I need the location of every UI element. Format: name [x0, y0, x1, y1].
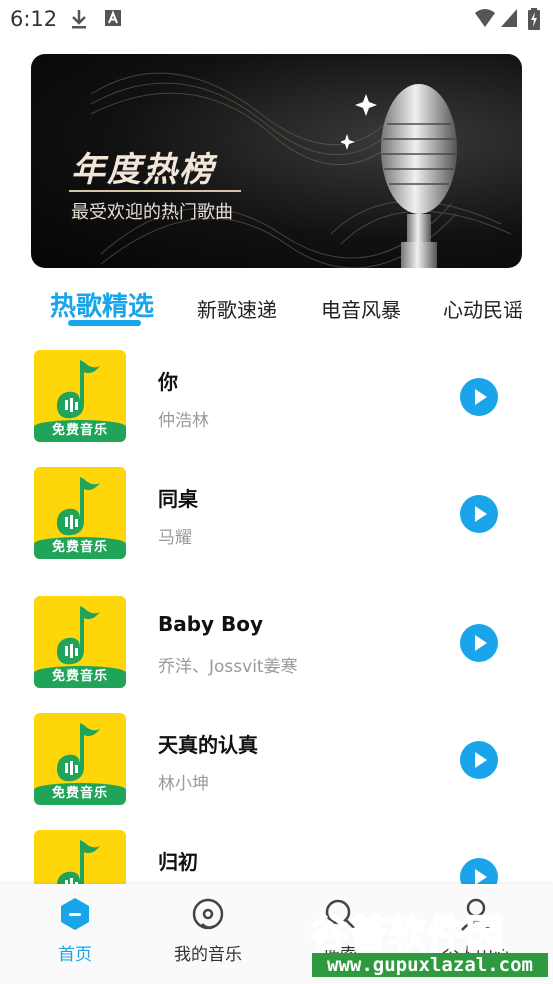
- song-artist: 林小坤: [158, 774, 209, 794]
- song-title: 天真的认真: [158, 733, 258, 757]
- song-item[interactable]: 免费音乐 你 仲浩林: [0, 350, 553, 446]
- play-icon: [475, 635, 487, 651]
- song-cover: 免费音乐: [34, 713, 126, 805]
- song-title: 你: [158, 370, 178, 394]
- banner-subtitle: 最受欢迎的热门歌曲: [71, 202, 233, 223]
- tab-folk[interactable]: 心动民谣: [443, 294, 523, 323]
- song-cover: 免费音乐: [34, 467, 126, 559]
- site-watermark: 谷普软件园 www.gupuxlazal.com: [304, 897, 551, 982]
- song-title: 同桌: [158, 487, 198, 511]
- song-item[interactable]: 免费音乐 Baby Boy 乔洋、Jossvit姜寒: [0, 596, 553, 692]
- song-item[interactable]: 免费音乐 同桌 马耀: [0, 467, 553, 563]
- nav-home-label: 首页: [58, 945, 92, 965]
- nav-my-music-label: 我的音乐: [174, 945, 242, 965]
- song-artist: 马耀: [158, 528, 192, 548]
- play-icon: [475, 389, 487, 405]
- song-item[interactable]: 免费音乐 天真的认真 林小坤: [0, 713, 553, 809]
- cover-label: 免费音乐: [34, 537, 126, 559]
- play-icon: [475, 752, 487, 768]
- signal-icon: [500, 8, 518, 32]
- cover-label: 免费音乐: [34, 420, 126, 442]
- play-button[interactable]: [460, 624, 498, 662]
- status-bar: 6:12: [0, 0, 553, 40]
- tab-hot-songs[interactable]: 热歌精选: [50, 286, 154, 323]
- cover-label: 免费音乐: [34, 783, 126, 805]
- song-title: Baby Boy: [158, 612, 264, 636]
- music-disc-icon: [192, 898, 224, 930]
- tab-new-songs[interactable]: 新歌速递: [197, 294, 277, 323]
- cover-label: 免费音乐: [34, 666, 126, 688]
- song-artist: 仲浩林: [158, 411, 209, 431]
- microphone-image: [341, 84, 457, 268]
- song-cover: 免费音乐: [34, 596, 126, 688]
- tab-active-indicator: [68, 320, 141, 326]
- song-artist: 乔洋、Jossvit姜寒: [158, 657, 298, 677]
- download-icon: [70, 8, 88, 34]
- top-banner[interactable]: 年度热榜 最受欢迎的热门歌曲: [31, 54, 522, 268]
- banner-title: 年度热榜: [71, 150, 215, 190]
- battery-charging-icon: [528, 8, 540, 34]
- song-title: 归初: [158, 850, 198, 874]
- song-cover: 免费音乐: [34, 350, 126, 442]
- a-badge-icon: [104, 8, 122, 32]
- play-button[interactable]: [460, 378, 498, 416]
- nav-home[interactable]: 首页: [25, 892, 125, 965]
- home-icon: [61, 898, 89, 930]
- play-icon: [475, 506, 487, 522]
- watermark-title: 谷普软件园: [309, 911, 506, 957]
- banner-divider: [69, 190, 241, 192]
- play-button[interactable]: [460, 495, 498, 533]
- tab-electronic[interactable]: 电音风暴: [321, 294, 401, 323]
- wifi-icon: [474, 8, 496, 32]
- status-time: 6:12: [10, 7, 58, 31]
- category-tabs: 热歌精选 新歌速递 电音风暴 心动民谣: [0, 282, 553, 332]
- nav-my-music[interactable]: 我的音乐: [158, 892, 258, 965]
- play-button[interactable]: [460, 741, 498, 779]
- watermark-url: www.gupuxlazal.com: [312, 953, 548, 977]
